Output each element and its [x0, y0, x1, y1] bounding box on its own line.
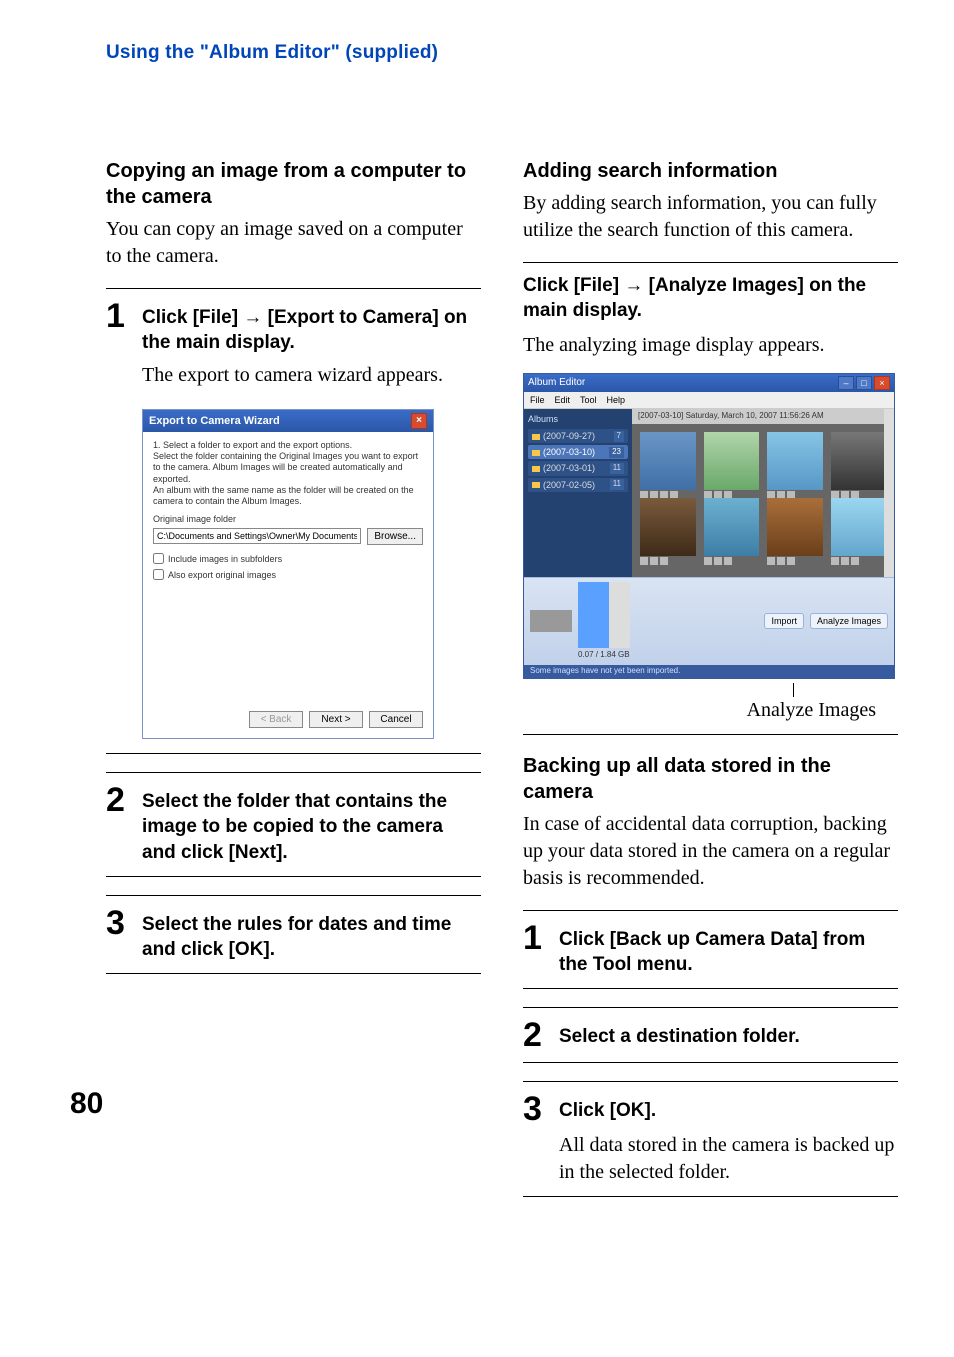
- left-column: Copying an image from a computer to the …: [106, 158, 481, 1215]
- intro-backup: In case of accidental data corruption, b…: [523, 811, 898, 892]
- capacity-text: 0.07 / 1.84 GB: [578, 650, 630, 661]
- backup-step-3: 3 Click [OK].: [523, 1092, 898, 1126]
- close-icon[interactable]: ×: [874, 376, 890, 390]
- sidebar-item[interactable]: (2007-02-05)11: [528, 478, 628, 492]
- sidebar: Albums (2007-09-27)7 (2007-03-10)23 (200…: [524, 409, 632, 577]
- status-bar: Some images have not yet been imported.: [524, 665, 894, 678]
- chk-subfolders-box[interactable]: [153, 553, 164, 564]
- album-editor-app: Album Editor – □ × File Edit Tool Help A…: [523, 373, 895, 679]
- chk-originals-box[interactable]: [153, 569, 164, 580]
- backup-step-1: 1 Click [Back up Camera Data] from the T…: [523, 921, 898, 978]
- thumbnail[interactable]: [831, 498, 887, 556]
- backup-step-2: 2 Select a destination folder.: [523, 1018, 898, 1052]
- sidebar-item[interactable]: (2007-03-01)11: [528, 461, 628, 475]
- thumbnail[interactable]: [704, 498, 760, 556]
- capacity-bar: [578, 582, 630, 648]
- intro-search: By adding search information, you can fu…: [523, 190, 898, 244]
- step-number: 1: [106, 299, 132, 333]
- step-title: Click [OK].: [559, 1098, 656, 1124]
- wizard-title: Export to Camera Wizard: [149, 414, 280, 429]
- divider: [106, 772, 481, 773]
- step-2: 2 Select the folder that contains the im…: [106, 783, 481, 866]
- menu-edit[interactable]: Edit: [555, 394, 571, 406]
- import-button[interactable]: Import: [764, 613, 804, 629]
- menu-bar: File Edit Tool Help: [524, 392, 894, 409]
- step-3: 3 Select the rules for dates and time an…: [106, 906, 481, 963]
- chk-originals[interactable]: Also export original images: [153, 569, 423, 581]
- minimize-icon[interactable]: –: [838, 376, 854, 390]
- divider: [523, 734, 898, 735]
- step-title: Select the folder that contains the imag…: [142, 789, 481, 866]
- app-title: Album Editor: [528, 376, 585, 390]
- thumbnail[interactable]: [640, 498, 696, 556]
- step-1: 1 Click [File] → [Export to Camera] on t…: [106, 299, 481, 356]
- wizard-folder-label: Original image folder: [153, 513, 423, 525]
- divider: [523, 1196, 898, 1197]
- divider: [523, 1081, 898, 1082]
- pointer-label: Analyze Images: [523, 697, 876, 724]
- divider: [523, 1062, 898, 1063]
- step-1-body: The export to camera wizard appears.: [142, 362, 481, 389]
- divider: [106, 288, 481, 289]
- analyze-step-body: The analyzing image display appears.: [523, 332, 898, 359]
- thumbnail[interactable]: [640, 432, 696, 490]
- wizard-instruction: 1. Select a folder to export and the exp…: [153, 440, 423, 508]
- sidebar-header: Albums: [528, 413, 628, 425]
- step-number: 2: [523, 1018, 549, 1052]
- menu-help[interactable]: Help: [607, 394, 626, 406]
- step-number: 3: [106, 906, 132, 940]
- divider: [523, 988, 898, 989]
- heading-search: Adding search information: [523, 158, 898, 184]
- step-title: Select the rules for dates and time and …: [142, 912, 481, 963]
- album-path: [2007-03-10] Saturday, March 10, 2007 11…: [632, 409, 894, 424]
- pointer-line: [793, 683, 794, 697]
- divider: [106, 876, 481, 877]
- divider: [106, 753, 481, 754]
- wizard-path-input[interactable]: [153, 528, 361, 544]
- analyze-button[interactable]: Analyze Images: [810, 613, 888, 629]
- back-button: < Back: [249, 711, 303, 728]
- divider: [523, 1007, 898, 1008]
- step-number: 1: [523, 921, 549, 955]
- cancel-button[interactable]: Cancel: [369, 711, 423, 728]
- sidebar-item[interactable]: (2007-09-27)7: [528, 429, 628, 443]
- backup-step-3-body: All data stored in the camera is backed …: [559, 1132, 898, 1186]
- right-column: Adding search information By adding sear…: [523, 158, 898, 1215]
- content-area: [2007-03-10] Saturday, March 10, 2007 11…: [632, 409, 894, 577]
- thumbnail[interactable]: [767, 432, 823, 490]
- divider: [106, 973, 481, 974]
- thumbnail[interactable]: [704, 432, 760, 490]
- capacity-thumb: [530, 610, 572, 632]
- menu-file[interactable]: File: [530, 394, 545, 406]
- thumbnail[interactable]: [767, 498, 823, 556]
- sidebar-item[interactable]: (2007-03-10)23: [528, 445, 628, 459]
- step-number: 3: [523, 1092, 549, 1126]
- step-title: Click [Back up Camera Data] from the Too…: [559, 927, 898, 978]
- divider: [523, 910, 898, 911]
- divider: [523, 262, 898, 263]
- analyze-step-title: Click [File] → [Analyze Images] on the m…: [523, 273, 898, 324]
- scrollbar[interactable]: [884, 409, 894, 577]
- maximize-icon[interactable]: □: [856, 376, 872, 390]
- page-number: 80: [70, 1084, 481, 1125]
- chk-subfolders[interactable]: Include images in subfolders: [153, 553, 423, 565]
- intro-copying: You can copy an image saved on a compute…: [106, 216, 481, 270]
- step-title: Select a destination folder.: [559, 1024, 800, 1050]
- thumbnail[interactable]: [831, 432, 887, 490]
- export-wizard: Export to Camera Wizard × 1. Select a fo…: [142, 409, 434, 739]
- divider: [106, 895, 481, 896]
- step-title: Click [File] → [Export to Camera] on the…: [142, 305, 481, 356]
- running-head: Using the "Album Editor" (supplied): [106, 40, 898, 66]
- close-icon[interactable]: ×: [411, 413, 427, 429]
- step-number: 2: [106, 783, 132, 817]
- next-button[interactable]: Next >: [309, 711, 363, 728]
- browse-button[interactable]: Browse...: [367, 528, 423, 545]
- heading-copying: Copying an image from a computer to the …: [106, 158, 481, 210]
- heading-backup: Backing up all data stored in the camera: [523, 753, 898, 805]
- menu-tool[interactable]: Tool: [580, 394, 597, 406]
